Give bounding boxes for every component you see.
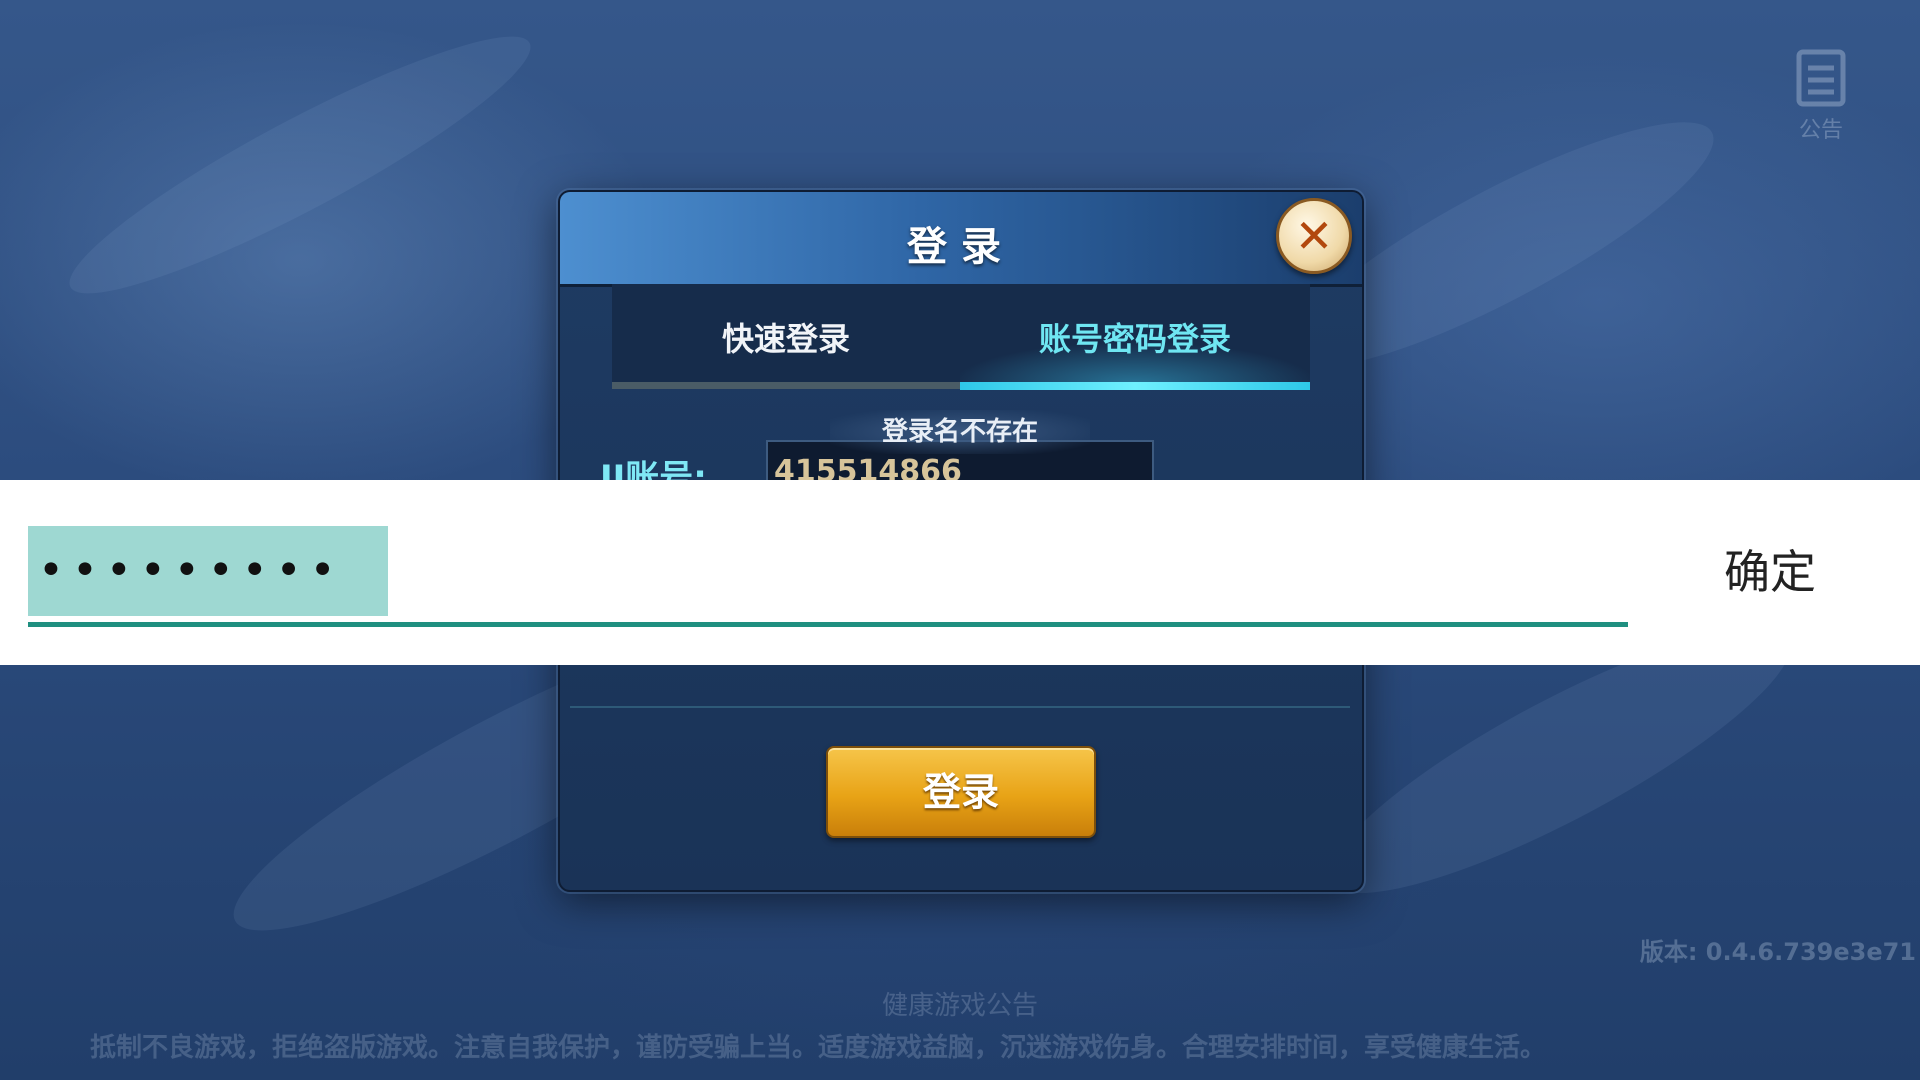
dialog-header: 登录	[560, 192, 1362, 287]
confirm-button[interactable]: 确定	[1700, 542, 1840, 602]
divider	[570, 706, 1350, 708]
background-streak	[49, 3, 551, 327]
input-underline	[28, 622, 1628, 627]
error-toast: 登录名不存在	[830, 410, 1090, 454]
close-button[interactable]: ✕	[1276, 198, 1352, 274]
login-tabs: 快速登录 账号密码登录	[612, 284, 1310, 390]
notice-label: 公告	[1798, 118, 1843, 143]
notice-button[interactable]: 公告	[1790, 46, 1852, 143]
password-input[interactable]: •••••••••	[28, 526, 1628, 616]
close-icon: ✕	[1294, 209, 1334, 263]
ime-input-bar: ••••••••• 确定	[0, 480, 1920, 665]
tab-underline	[612, 382, 960, 389]
dialog-title: 登录	[907, 224, 1015, 270]
login-button[interactable]: 登录	[826, 746, 1096, 838]
tab-account-login[interactable]: 账号密码登录	[960, 284, 1310, 384]
scroll-notice-icon	[1796, 49, 1846, 107]
version-text: 版本: 0.4.6.739e3e71	[1639, 938, 1916, 966]
health-notice-title: 健康游戏公告	[881, 991, 1038, 1021]
tab-quick-login[interactable]: 快速登录	[612, 284, 960, 384]
tab-underline-active	[960, 382, 1310, 390]
health-notice-text: 抵制不良游戏，拒绝盗版游戏。注意自我保护，谨防受骗上当。适度游戏益脑，沉迷游戏伤…	[90, 1033, 1547, 1063]
password-masked-value: •••••••••	[38, 545, 344, 596]
